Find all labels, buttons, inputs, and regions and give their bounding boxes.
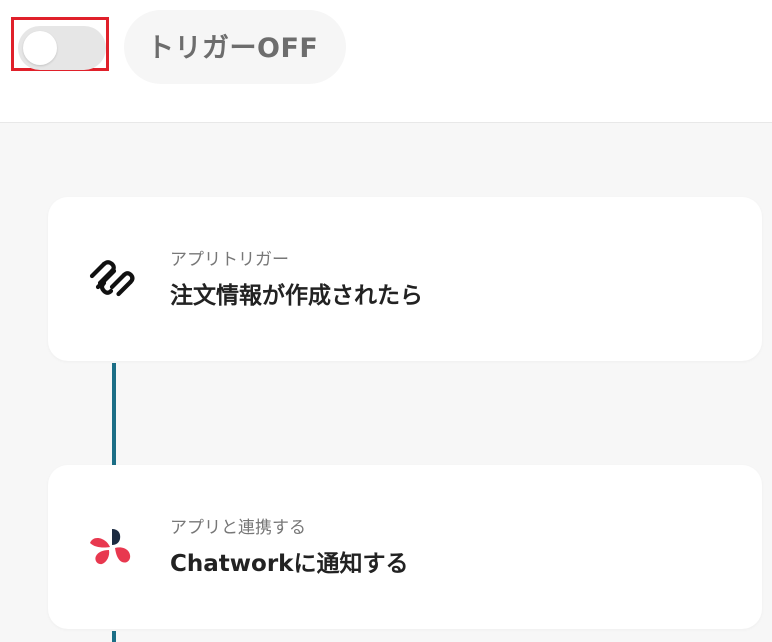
flow-step-type-label: アプリトリガー <box>170 250 289 270</box>
flow-connector-line <box>112 363 116 465</box>
toggle-knob <box>23 31 57 65</box>
flow-connector-line <box>112 631 116 642</box>
flow-canvas: アプリトリガー 注文情報が作成されたら アプリと連携する Chatworkに通知… <box>0 123 772 642</box>
trigger-toggle[interactable] <box>18 26 106 70</box>
flow-step-title: 注文情報が作成されたら <box>170 283 423 309</box>
flow-step-type-label: アプリと連携する <box>170 518 306 538</box>
flow-step-trigger-card[interactable]: アプリトリガー 注文情報が作成されたら <box>48 197 762 361</box>
flow-step-title: Chatworkに通知する <box>170 551 409 577</box>
top-bar: トリガーOFF <box>0 0 772 123</box>
trigger-status-label: トリガーOFF <box>147 33 319 64</box>
flow-step-action-card[interactable]: アプリと連携する Chatworkに通知する <box>48 465 762 629</box>
squarespace-icon <box>88 259 138 299</box>
chatwork-icon <box>88 527 138 567</box>
